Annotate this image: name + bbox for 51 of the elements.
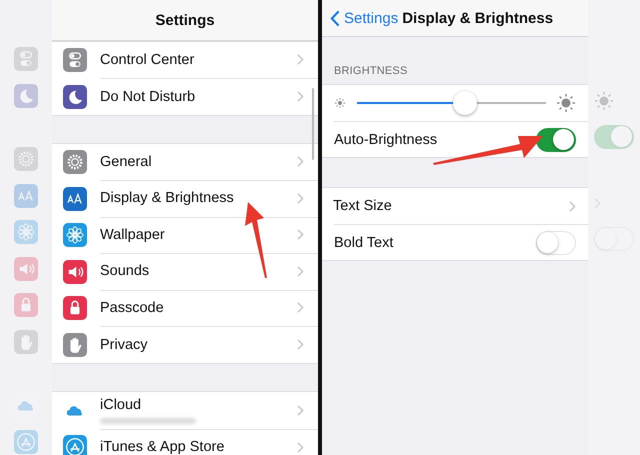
row-label: Passcode (100, 300, 164, 316)
moon-icon (14, 84, 38, 108)
settings-row[interactable]: iTunes & App Store (52, 429, 318, 455)
row-label: iTunes & App Store (100, 439, 224, 455)
row-label: Display & Brightness (100, 190, 234, 206)
settings-row[interactable]: Do Not Disturb (52, 78, 318, 115)
chevron-icon (297, 156, 304, 168)
settings-row[interactable]: Privacy (52, 326, 318, 363)
hand-icon (14, 330, 38, 354)
chevron-icon (297, 192, 304, 204)
back-button[interactable]: Settings (330, 10, 398, 26)
screen-title: Settings (155, 12, 215, 28)
row-label: iCloud (100, 397, 142, 413)
chevron-icon (297, 339, 304, 350)
chevron-icon (297, 302, 304, 314)
gear-icon (14, 147, 38, 172)
settings-row[interactable]: Passcode (52, 290, 318, 326)
brightness-slider[interactable] (357, 90, 546, 116)
sun-icon (594, 91, 614, 111)
chevron-icon (297, 404, 304, 416)
letters-icon (14, 184, 38, 208)
chevron-icon (297, 54, 304, 66)
settings-row[interactable]: Control Center (52, 42, 318, 78)
row-label: Do Not Disturb (100, 88, 196, 105)
chevron-icon (297, 266, 304, 277)
row-label: Wallpaper (100, 226, 165, 243)
row-label: Privacy (100, 336, 148, 353)
section-header: BRIGHTNESS (334, 65, 408, 77)
scroll-indicator (312, 88, 314, 160)
speaker-icon (14, 256, 38, 281)
switches-icon (14, 47, 38, 72)
lock-icon (14, 293, 38, 318)
row-label: Sounds (100, 263, 150, 280)
chevron-icon (569, 200, 576, 212)
chevron-icon (594, 198, 601, 208)
toggle-switch[interactable] (536, 128, 576, 152)
settings-row[interactable]: General (52, 144, 318, 180)
flower-icon (14, 220, 38, 244)
row-label: Bold Text (334, 234, 394, 250)
row-label: General (100, 154, 152, 170)
back-chevron-icon (330, 10, 340, 26)
settings-row[interactable]: iCloud (52, 392, 318, 429)
chevron-icon (297, 442, 304, 453)
chevron-icon (297, 229, 304, 240)
chevron-icon (297, 91, 304, 102)
row-label: Control Center (100, 52, 194, 68)
sun-icon (556, 93, 576, 113)
row-label: Auto-Brightness (334, 132, 438, 148)
screen-title: Display & Brightness (402, 10, 554, 26)
row-label: Text Size (333, 198, 393, 214)
appstore-icon (14, 430, 38, 454)
